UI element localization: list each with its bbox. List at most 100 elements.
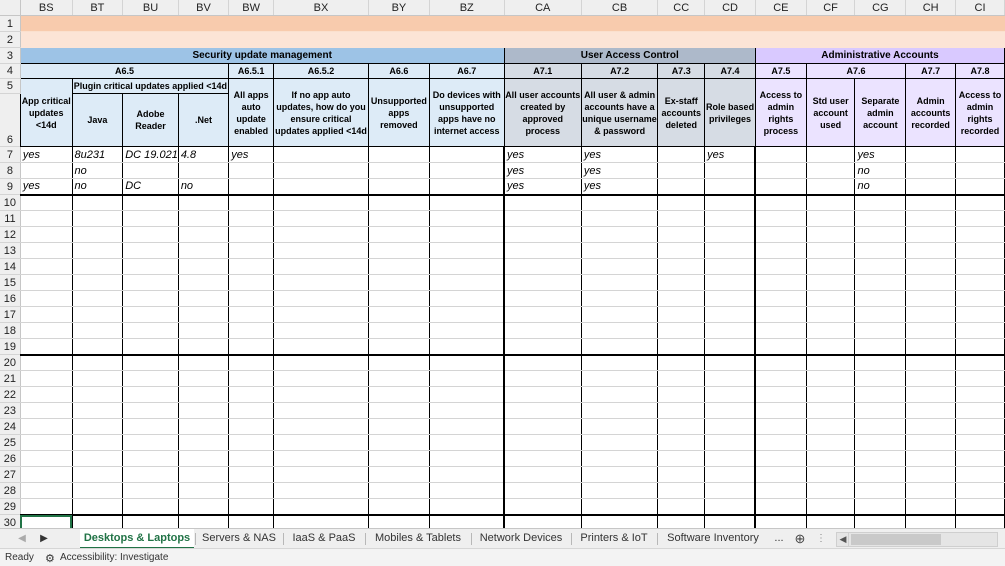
code-a7-1[interactable]: A7.1	[503, 63, 582, 79]
header-access-admin-process[interactable]: Access to admin rights process	[754, 78, 807, 147]
cell[interactable]	[368, 466, 430, 483]
cell[interactable]	[704, 242, 757, 259]
cell[interactable]	[122, 162, 179, 179]
cell[interactable]	[72, 322, 124, 339]
cell[interactable]	[704, 418, 757, 435]
header-all-apps-auto[interactable]: All apps auto update enabled	[228, 78, 275, 147]
cell[interactable]	[657, 322, 706, 339]
cell[interactable]	[806, 514, 856, 528]
cell[interactable]: 8u231	[72, 146, 124, 163]
code-a7-3[interactable]: A7.3	[657, 63, 706, 79]
cell[interactable]	[955, 210, 1005, 227]
cell[interactable]	[755, 258, 807, 275]
cell[interactable]	[905, 146, 957, 163]
cell[interactable]	[368, 146, 430, 163]
cell[interactable]	[755, 514, 807, 528]
cell[interactable]	[955, 194, 1005, 211]
cell[interactable]	[806, 338, 856, 356]
cell[interactable]	[657, 386, 706, 403]
cell[interactable]	[905, 338, 957, 356]
cell[interactable]: yes	[504, 162, 582, 179]
cell[interactable]	[368, 386, 430, 403]
cell[interactable]	[581, 274, 659, 291]
cell[interactable]	[806, 322, 856, 339]
cell[interactable]	[755, 178, 807, 196]
row-header[interactable]: 20	[0, 354, 21, 371]
cell[interactable]	[429, 306, 506, 323]
cell[interactable]	[178, 226, 230, 243]
cell[interactable]	[955, 466, 1005, 483]
cell[interactable]	[20, 386, 73, 403]
cell[interactable]	[806, 226, 856, 243]
cell[interactable]	[581, 258, 659, 275]
cell[interactable]	[704, 514, 757, 528]
column-header[interactable]: BU	[122, 0, 179, 16]
cell[interactable]	[178, 290, 230, 307]
cell[interactable]	[905, 306, 957, 323]
cell[interactable]	[273, 258, 369, 275]
cell[interactable]	[429, 258, 506, 275]
cell[interactable]	[854, 482, 907, 499]
column-header[interactable]: CA	[504, 0, 582, 16]
cell[interactable]	[905, 450, 957, 467]
row-header[interactable]: 12	[0, 226, 21, 243]
cell[interactable]	[122, 338, 179, 356]
cell[interactable]	[429, 194, 506, 211]
cell[interactable]	[581, 514, 659, 528]
cell[interactable]	[806, 418, 856, 435]
cell[interactable]	[704, 434, 757, 451]
cell[interactable]	[228, 226, 275, 243]
cell[interactable]	[854, 226, 907, 243]
cell[interactable]	[178, 498, 230, 516]
row-header[interactable]: 4	[0, 63, 21, 79]
cell[interactable]	[20, 258, 73, 275]
cell[interactable]	[657, 194, 706, 211]
cell[interactable]	[20, 418, 73, 435]
group-header-uac[interactable]: User Access Control	[503, 47, 756, 64]
cell[interactable]	[657, 418, 706, 435]
code-a7-6[interactable]: A7.6	[805, 63, 907, 79]
cell[interactable]: yes	[581, 178, 659, 196]
cell[interactable]	[72, 498, 124, 516]
cell[interactable]	[806, 354, 856, 371]
cell[interactable]	[122, 258, 179, 275]
cell[interactable]	[657, 178, 706, 196]
cell[interactable]	[72, 370, 124, 387]
cell[interactable]	[504, 370, 582, 387]
cell[interactable]	[368, 498, 430, 516]
cell[interactable]	[905, 482, 957, 499]
cell[interactable]	[854, 338, 907, 356]
header-no-auto-updates[interactable]: If no app auto updates, how do you ensur…	[273, 78, 369, 147]
cell[interactable]	[178, 258, 230, 275]
cell[interactable]	[273, 338, 369, 356]
add-sheet-icon[interactable]: ⊕	[792, 530, 808, 548]
header-dotnet[interactable]: .Net	[177, 93, 230, 147]
cell[interactable]	[704, 258, 757, 275]
cell[interactable]	[704, 306, 757, 323]
cell[interactable]	[368, 434, 430, 451]
cell[interactable]	[657, 498, 706, 516]
tab-split-handle-icon[interactable]: ⋮	[816, 530, 826, 548]
cell[interactable]	[854, 274, 907, 291]
cell[interactable]	[20, 434, 73, 451]
cell[interactable]	[228, 370, 275, 387]
cell[interactable]	[854, 514, 907, 528]
cell[interactable]	[955, 178, 1005, 196]
row-header[interactable]: 10	[0, 194, 21, 211]
cell[interactable]	[122, 194, 179, 211]
column-header[interactable]: CB	[581, 0, 659, 16]
scrollbar-thumb[interactable]	[851, 534, 941, 545]
cell[interactable]	[504, 386, 582, 403]
cell[interactable]	[72, 226, 124, 243]
cell[interactable]	[429, 482, 506, 499]
cell[interactable]	[228, 274, 275, 291]
cell[interactable]	[122, 274, 179, 291]
column-header[interactable]: CF	[806, 0, 856, 16]
cell[interactable]: yes	[20, 178, 73, 196]
cell[interactable]	[806, 306, 856, 323]
cell[interactable]	[72, 258, 124, 275]
cell[interactable]	[504, 306, 582, 323]
cell[interactable]	[806, 370, 856, 387]
cell[interactable]	[504, 514, 582, 528]
cell[interactable]	[178, 386, 230, 403]
